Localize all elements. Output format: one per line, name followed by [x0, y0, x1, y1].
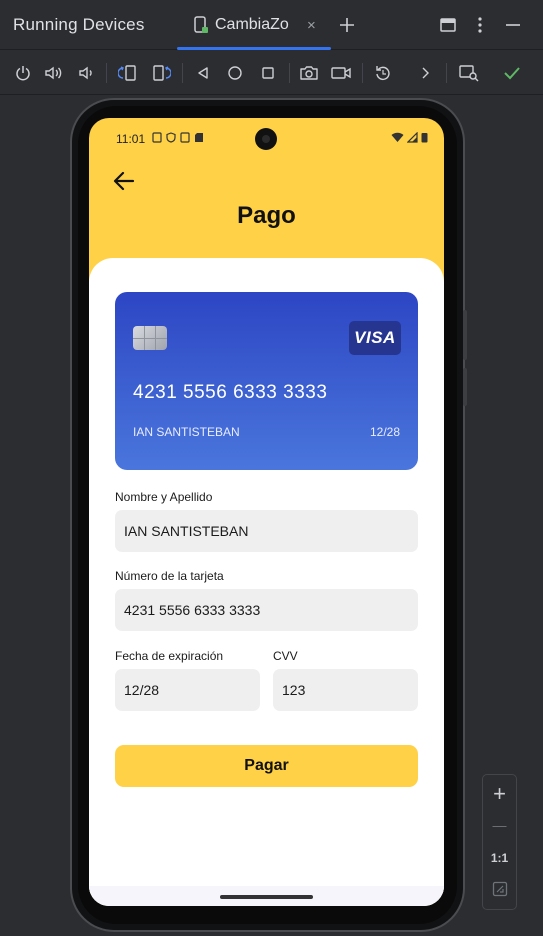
shield-icon [166, 132, 176, 143]
phone-power-button[interactable] [463, 310, 467, 360]
zoom-actual-size-button[interactable]: 1:1 [483, 851, 516, 865]
tab-close-icon[interactable]: × [307, 17, 316, 34]
tab-active-indicator [177, 47, 331, 50]
status-time: 11:01 [116, 132, 146, 146]
volume-up-icon[interactable] [43, 62, 65, 84]
name-label: Nombre y Apellido [115, 490, 213, 504]
expiry-field[interactable] [115, 669, 260, 711]
pay-button[interactable]: Pagar [115, 745, 418, 787]
expiry-label: Fecha de expiración [115, 649, 224, 663]
screen-record-icon[interactable] [330, 62, 352, 84]
minimize-icon[interactable] [500, 12, 526, 38]
home-gesture-handle[interactable] [220, 895, 313, 899]
home-icon[interactable] [224, 62, 246, 84]
tab-cambiazo[interactable]: CambiaZo × [177, 0, 331, 50]
device-toolbar [0, 51, 543, 95]
cvv-field[interactable] [273, 669, 418, 711]
device-screen[interactable]: 11:01 Pago VISA 4231 5556 6333 3333 IAN … [89, 118, 444, 906]
sd-card-icon [195, 133, 203, 142]
back-icon[interactable] [192, 62, 214, 84]
zoom-fit-icon[interactable] [483, 881, 516, 902]
card-chip-icon [133, 326, 167, 350]
rotate-left-icon[interactable] [117, 62, 139, 84]
add-tab-icon[interactable] [334, 12, 360, 38]
page-title: Pago [237, 202, 296, 229]
payment-sheet: VISA 4231 5556 6333 3333 IAN SANTISTEBAN… [89, 258, 444, 906]
visa-logo: VISA [349, 321, 401, 355]
zoom-controls: + — 1:1 [482, 774, 517, 910]
notification-icon [180, 132, 190, 143]
check-icon[interactable] [501, 62, 523, 84]
reset-icon[interactable] [372, 62, 394, 84]
options-menu-icon[interactable] [467, 12, 493, 38]
front-camera [255, 128, 277, 150]
battery-icon [421, 133, 428, 143]
tool-window-title: Running Devices [13, 15, 145, 34]
zoom-in-button[interactable]: + [483, 781, 516, 807]
screenshot-icon[interactable] [298, 62, 320, 84]
notification-icons [152, 132, 204, 143]
card-holder-display: IAN SANTISTEBAN [133, 425, 240, 439]
rotate-right-icon[interactable] [150, 62, 172, 84]
notification-icon [152, 132, 162, 143]
overview-icon[interactable] [257, 62, 279, 84]
device-inspect-icon[interactable] [458, 62, 480, 84]
volume-down-icon[interactable] [75, 62, 97, 84]
signal-icon [407, 132, 418, 143]
name-field[interactable] [115, 510, 418, 552]
status-bar: 11:01 [89, 118, 444, 158]
device-tab-icon [193, 16, 209, 34]
system-icons [391, 132, 428, 143]
tool-window-header: Running Devices CambiaZo × [0, 0, 543, 50]
power-icon[interactable] [12, 62, 34, 84]
more-icon[interactable] [414, 62, 436, 84]
card-number-field[interactable] [115, 589, 418, 631]
tab-label: CambiaZo [215, 16, 289, 33]
card-expiry-display: 12/28 [369, 425, 400, 439]
card-number-display: 4231 5556 6333 3333 [133, 382, 328, 403]
credit-card-preview: VISA 4231 5556 6333 3333 IAN SANTISTEBAN… [115, 292, 418, 470]
card-number-label: Número de la tarjeta [115, 569, 224, 583]
window-layout-icon[interactable] [435, 12, 461, 38]
back-arrow-icon[interactable] [111, 168, 137, 194]
zoom-out-button[interactable]: — [483, 817, 516, 833]
phone-volume-button[interactable] [463, 368, 467, 406]
wifi-icon [391, 132, 404, 142]
gesture-nav-bar [89, 886, 444, 906]
cvv-label: CVV [273, 649, 298, 663]
